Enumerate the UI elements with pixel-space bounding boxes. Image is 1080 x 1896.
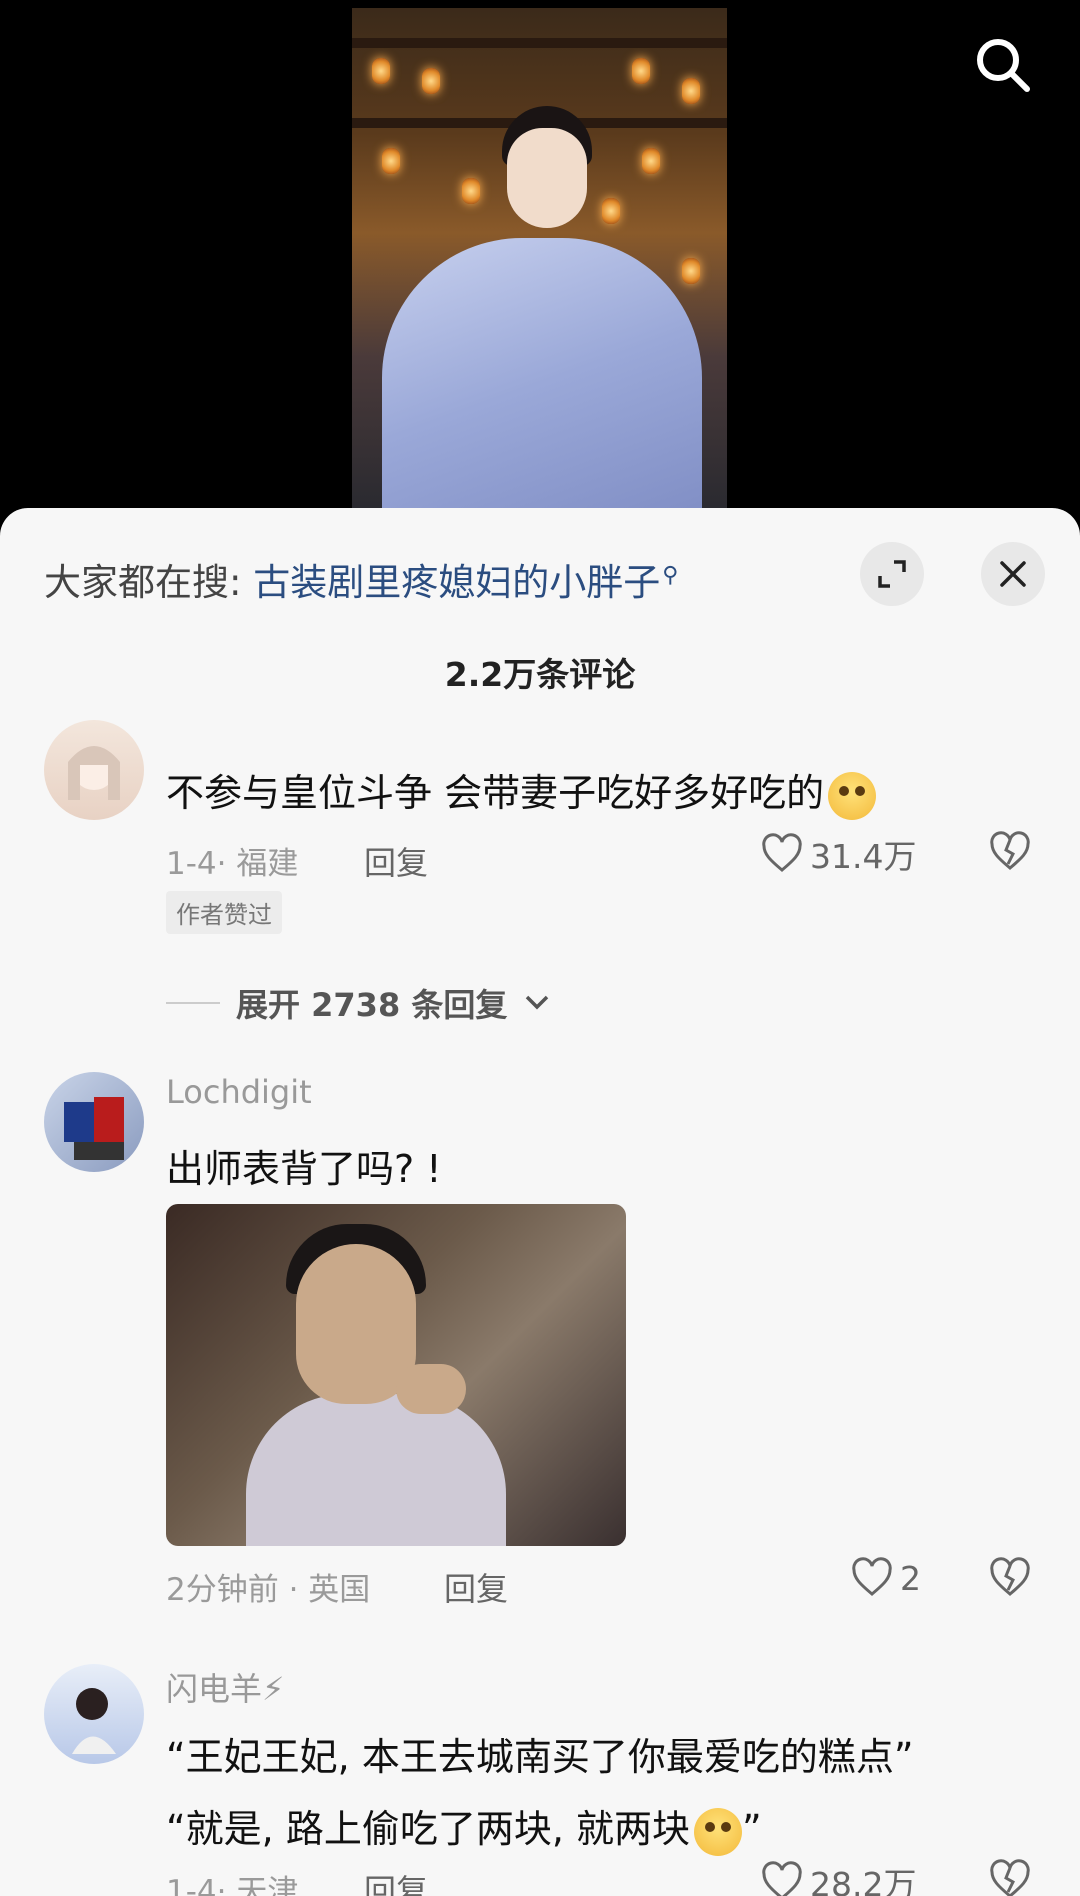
lantern (682, 258, 700, 284)
emoji-icon (694, 1807, 743, 1856)
close-icon (1000, 561, 1026, 587)
person-face (507, 128, 587, 228)
comment-meme-image[interactable] (166, 1204, 626, 1546)
meme-hand (396, 1364, 466, 1414)
author-liked-tag: 作者赞过 (166, 891, 282, 934)
comment-meta: 1-4· 福建 (166, 846, 299, 882)
comment-text-line: “就是, 路上偷吃了两块, 就两块 ” (166, 1798, 762, 1856)
close-button[interactable] (981, 542, 1045, 606)
comment-username[interactable]: 闪电羊⚡ (166, 1664, 284, 1710)
lantern (642, 148, 660, 174)
lantern (382, 148, 400, 174)
comment-text: 出师表背了吗? ! (166, 1147, 442, 1191)
comment-meta: 2分钟前 · 英国 (166, 1572, 371, 1608)
dislike-button[interactable] (988, 830, 1032, 878)
like-count: 31.4万 (810, 837, 917, 876)
dislike-button[interactable] (988, 1858, 1032, 1896)
avatar[interactable] (44, 1072, 144, 1172)
lantern (462, 178, 480, 204)
expand-replies-label: 展开 2738 条回复 (236, 986, 508, 1024)
comments-sheet: 大家都在搜: 古装剧里疼媳妇的小胖子⚲ 2.2万条评论 不参与皇位斗争 会带妻子… (0, 508, 1080, 1896)
comment-count-title: 2.2万条评论 (444, 655, 636, 694)
comment-text-content: “就是, 路上偷吃了两块, 就两块 (166, 1807, 691, 1851)
search-button[interactable] (968, 30, 1038, 100)
emoji-icon (828, 771, 877, 820)
like-count: 28.2万 (810, 1865, 917, 1896)
divider (166, 1002, 220, 1004)
comment-username[interactable]: Lochdigit (166, 1073, 312, 1111)
video-frame (352, 8, 727, 508)
comment-text-content: ” (742, 1807, 762, 1851)
search-suggestion[interactable]: 大家都在搜: 古装剧里疼媳妇的小胖子⚲ (44, 552, 678, 606)
search-suggestion-prefix: 大家都在搜: (44, 561, 254, 604)
avatar[interactable] (44, 1664, 144, 1764)
roof-decoration (352, 38, 727, 48)
avatar-illustration (68, 746, 120, 800)
expand-button[interactable] (860, 542, 924, 606)
heart-icon (762, 1861, 802, 1896)
lantern (682, 78, 700, 104)
expand-icon (878, 560, 906, 588)
lantern (372, 58, 390, 84)
heart-icon (852, 1557, 892, 1596)
heart-icon (762, 833, 802, 872)
comment-text-content: 不参与皇位斗争 会带妻子吃好多好吃的 (166, 771, 825, 815)
broken-heart-icon (990, 1859, 1030, 1896)
chevron-down-icon (526, 995, 549, 1010)
comment-text-line: “王妃王妃, 本王去城南买了你最爱吃的糕点” (166, 1735, 914, 1779)
lantern (602, 198, 620, 224)
comment-meta: 1-4· 天津 (166, 1874, 299, 1896)
expand-replies-button[interactable]: 展开 2738 条回复 (166, 980, 551, 1026)
video-player[interactable] (0, 0, 1080, 520)
like-button[interactable]: 31.4万 (760, 830, 916, 878)
person-robe (382, 238, 702, 508)
avatar-illustration (72, 1688, 116, 1754)
lantern (632, 58, 650, 84)
like-button[interactable]: 28.2万 (760, 1858, 916, 1896)
meme-robe (246, 1394, 506, 1546)
like-button[interactable]: 2 (850, 1556, 921, 1600)
magnifier-small-icon: ⚲ (662, 562, 679, 588)
broken-heart-icon (990, 831, 1030, 870)
reply-button[interactable]: 回复 (444, 1564, 508, 1610)
broken-heart-icon (990, 1557, 1030, 1596)
lantern (422, 68, 440, 94)
avatar[interactable] (44, 720, 144, 820)
dislike-button[interactable] (988, 1556, 1032, 1604)
search-suggestion-term[interactable]: 古装剧里疼媳妇的小胖子 (253, 561, 660, 604)
comment-text: 不参与皇位斗争 会带妻子吃好多好吃的 (166, 762, 877, 820)
like-count: 2 (900, 1558, 921, 1598)
avatar-illustration (64, 1097, 124, 1160)
reply-button[interactable]: 回复 (364, 838, 428, 884)
reply-button[interactable]: 回复 (364, 1866, 428, 1896)
search-icon (977, 39, 1030, 92)
